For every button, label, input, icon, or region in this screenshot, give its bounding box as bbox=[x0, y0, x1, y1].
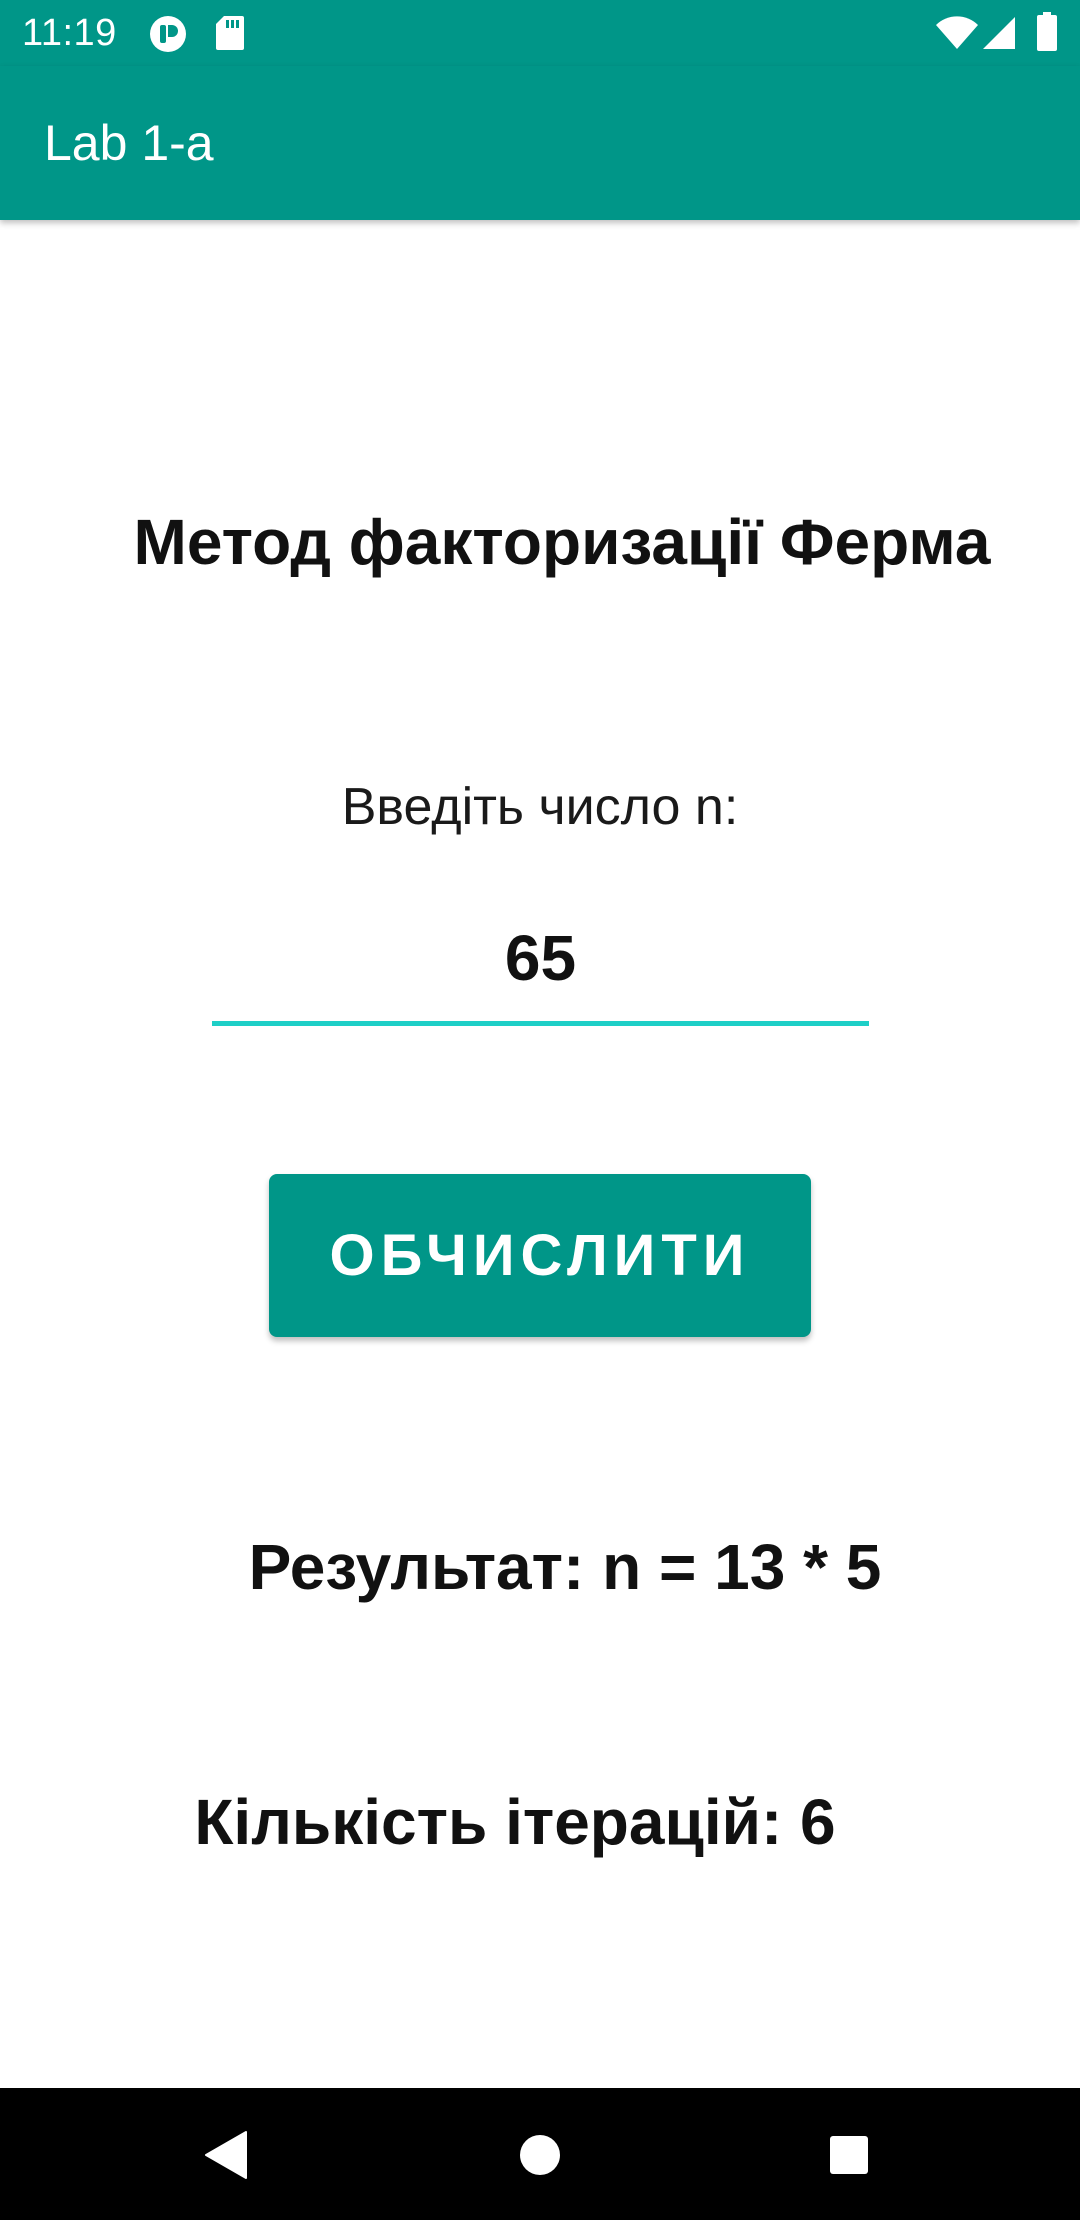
app-title: Lab 1-a bbox=[44, 115, 214, 171]
status-bar: 11:19 bbox=[0, 0, 1080, 66]
back-icon[interactable] bbox=[204, 2130, 248, 2185]
home-icon[interactable] bbox=[519, 2134, 561, 2181]
sd-card-icon bbox=[215, 15, 245, 56]
wifi-icon bbox=[935, 16, 979, 55]
recents-icon[interactable] bbox=[829, 2135, 869, 2180]
number-input[interactable]: 65 bbox=[212, 920, 869, 996]
iterations-text: Кількість ітерацій: 6 bbox=[194, 1786, 836, 1858]
input-underline bbox=[212, 1021, 869, 1026]
input-label: Введіть число n: bbox=[341, 778, 739, 836]
status-time: 11:19 bbox=[22, 12, 117, 54]
cell-signal-icon bbox=[982, 16, 1016, 55]
app-notification-icon bbox=[149, 15, 187, 58]
main-content: Метод факторизації Ферма Введіть число n… bbox=[0, 220, 1080, 2088]
battery-icon bbox=[1036, 12, 1058, 57]
number-input-value[interactable]: 65 bbox=[212, 920, 869, 996]
page-title: Метод факторизації Ферма bbox=[133, 506, 991, 578]
navigation-bar bbox=[0, 2088, 1080, 2220]
app-bar: Lab 1-a bbox=[0, 66, 1080, 220]
result-text: Результат: n = 13 * 5 bbox=[248, 1531, 882, 1603]
compute-button[interactable]: ОБЧИСЛИТИ bbox=[269, 1174, 811, 1337]
